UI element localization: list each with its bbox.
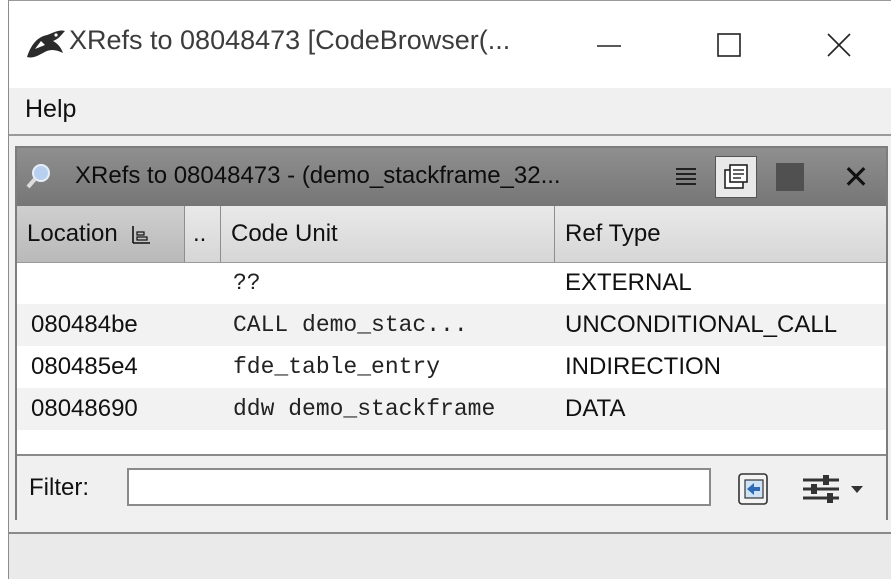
column-dots[interactable]: .. [185,206,221,262]
table-row[interactable]: ?? EXTERNAL [17,262,886,304]
cell-location: 080485e4 [31,353,138,380]
minimize-button[interactable] [569,19,649,71]
close-icon [827,33,851,57]
xrefs-panel: XRefs to 08048473 - (demo_stackframe_32.… [15,146,888,520]
table-row[interactable]: 080485e4 fde_table_entry INDIRECTION [17,346,886,388]
menu-bar: Help [9,88,891,136]
menu-help[interactable]: Help [25,95,76,124]
cell-ref-type: DATA [565,395,626,422]
window-title: XRefs to 08048473 [CodeBrowser(... [69,25,511,55]
cell-code-unit: ddw demo_stackframe [233,396,496,422]
cell-code-unit: fde_table_entry [233,354,441,380]
square-icon [776,163,804,191]
column-location-label: Location [27,220,118,247]
cell-location: 08048690 [31,395,138,422]
list-lines-icon [676,168,696,185]
table-row[interactable]: 080484be CALL demo_stac... UNCONDITIONAL… [17,304,886,346]
filter-label: Filter: [29,474,89,501]
column-ref-type[interactable]: Ref Type [555,206,888,262]
table-row[interactable]: 08048690 ddw demo_stackframe DATA [17,388,886,430]
close-panel-button[interactable]: ✕ [835,156,877,198]
close-window-button[interactable] [799,19,879,71]
minimize-icon [597,45,621,47]
xrefs-window: XRefs to 08048473 [CodeBrowser(... Help [8,0,891,579]
cell-ref-type: UNCONDITIONAL_CALL [565,311,838,338]
filter-bar: Filter: [17,454,886,520]
cell-location: 080484be [31,311,138,338]
cell-code-unit: ?? [233,270,261,296]
square-button[interactable] [769,156,811,198]
magnifier-icon [26,164,50,189]
maximize-button[interactable] [689,19,769,71]
sort-icon [132,225,151,244]
cell-code-unit: CALL demo_stac... [233,312,468,338]
status-area [9,532,891,579]
list-view-button[interactable] [665,156,707,198]
column-location[interactable]: Location [17,206,185,262]
column-code-unit[interactable]: Code Unit [221,206,555,262]
xrefs-table: Location .. Code Unit Ref Type ?? EXTERN… [17,206,886,454]
cell-ref-type: INDIRECTION [565,353,721,380]
filter-action-icon[interactable] [733,470,773,508]
panel-header: XRefs to 08048473 - (demo_stackframe_32.… [17,148,886,208]
filter-input[interactable] [127,468,711,506]
maximize-icon [717,33,741,57]
table-header: Location .. Code Unit Ref Type [17,206,886,263]
cell-ref-type: EXTERNAL [565,269,692,296]
snapshot-button[interactable] [715,156,757,198]
title-bar[interactable]: XRefs to 08048473 [CodeBrowser(... [9,0,891,89]
sliders-icon[interactable] [799,472,869,506]
dragon-icon [27,30,65,58]
panel-title: XRefs to 08048473 - (demo_stackframe_32.… [75,162,561,189]
snapshot-icon [724,164,748,189]
